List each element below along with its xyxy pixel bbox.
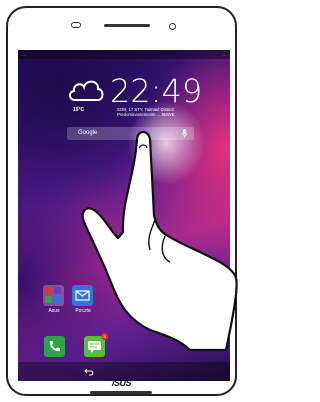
weather-clock-widget[interactable]: 16°C 22:49 SOB, 17 STY, Taimaul District… (18, 70, 230, 130)
device-top-bezel (8, 8, 239, 52)
app-label-poczta: Poczta (75, 308, 91, 314)
phone-icon[interactable] (44, 336, 65, 357)
dock: 3 (18, 332, 230, 362)
speaker-grille (104, 24, 150, 27)
search-label: Google (78, 130, 98, 136)
front-camera-icon (169, 23, 176, 30)
weather-location: Predominantemente ... 8MWE (117, 112, 175, 117)
tablet-frame: ... ... 16°C 22:49 SOB, 17 STY, Taimaul … (6, 6, 237, 396)
back-icon[interactable] (84, 367, 94, 376)
brand-logo: /SUS (111, 378, 132, 388)
app-label-asus: Asus (48, 308, 60, 314)
sensor-icon (71, 22, 81, 28)
messages-badge: 3 (101, 333, 108, 340)
clock-time: 22:49 (110, 72, 203, 110)
cloud-icon (69, 80, 104, 101)
home-button[interactable] (90, 391, 152, 394)
mic-icon[interactable] (182, 129, 187, 138)
google-search-bar[interactable]: Google (67, 127, 194, 140)
status-bar: ... ... (18, 50, 230, 59)
folder-icon (43, 285, 64, 306)
app-row: Asus Poczta (18, 285, 230, 335)
temperature-label: 16°C (73, 107, 85, 113)
status-left-text: ... (22, 52, 26, 57)
home-screen: ... ... 16°C 22:49 SOB, 17 STY, Taimaul … (18, 50, 230, 381)
mail-icon (72, 285, 93, 306)
status-right-text: ... (222, 52, 226, 57)
